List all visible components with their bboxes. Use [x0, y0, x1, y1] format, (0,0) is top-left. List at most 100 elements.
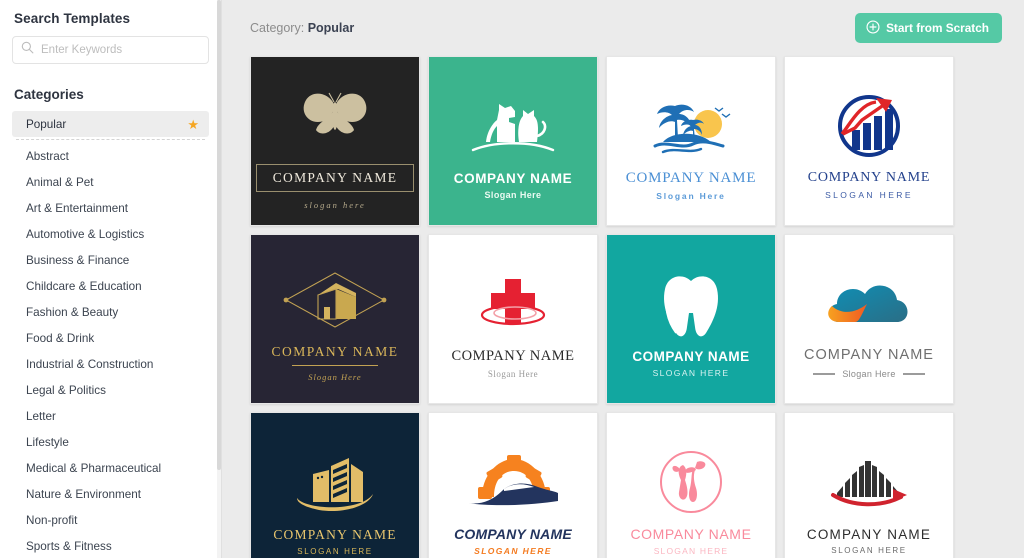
sidebar-item-nature-environment[interactable]: Nature & Environment	[12, 481, 209, 507]
template-card-gold-city[interactable]: COMPANY NAME SLOGAN HERE	[250, 412, 420, 558]
template-title: COMPANY NAME	[804, 347, 934, 363]
car-gear-icon	[458, 438, 568, 526]
search-icon	[21, 41, 34, 59]
template-slogan: Slogan Here	[487, 368, 539, 379]
template-title: COMPANY NAME	[272, 170, 398, 185]
template-slogan: SLOGAN HERE	[474, 546, 552, 556]
template-slogan: slogan here	[304, 200, 366, 210]
category-label: Popular	[26, 117, 67, 131]
main-header: Category: Popular Start from Scratch	[222, 0, 1024, 56]
category-label: Industrial & Construction	[26, 357, 154, 371]
category-label: Art & Entertainment	[26, 201, 128, 215]
template-title: COMPANY NAME	[632, 348, 750, 364]
sidebar-item-popular[interactable]: Popular ★	[12, 111, 209, 137]
plus-circle-icon	[866, 19, 880, 37]
sidebar-item-food-drink[interactable]: Food & Drink	[12, 325, 209, 351]
tooth-icon	[656, 261, 726, 349]
template-slogan: SLOGAN HERE	[831, 546, 907, 555]
template-slogan: Slogan Here	[308, 372, 362, 382]
start-from-scratch-label: Start from Scratch	[886, 21, 989, 35]
template-slogan: Slogan Here	[842, 369, 896, 379]
sidebar-item-legal-politics[interactable]: Legal & Politics	[12, 377, 209, 403]
category-list: Popular ★ Abstract Animal & Pet Art & En…	[12, 111, 209, 558]
template-slogan: Slogan Here	[656, 190, 726, 201]
sidebar-item-animal-pet[interactable]: Animal & Pet	[12, 169, 209, 195]
sidebar-item-sports-fitness[interactable]: Sports & Fitness	[12, 533, 209, 558]
search-templates-title: Search Templates	[14, 11, 131, 26]
sidebar-item-abstract[interactable]: Abstract	[12, 143, 209, 169]
sidebar-item-letter[interactable]: Letter	[12, 403, 209, 429]
template-card-cloud[interactable]: COMPANY NAME Slogan Here	[784, 234, 954, 404]
category-label: Medical & Pharmaceutical	[26, 461, 162, 475]
template-slogan: SLOGAN HERE	[297, 546, 373, 556]
category-label: Business & Finance	[26, 253, 130, 267]
sidebar-item-medical-pharmaceutical[interactable]: Medical & Pharmaceutical	[12, 455, 209, 481]
butterfly-icon	[298, 72, 372, 160]
template-title: COMPANY NAME	[806, 527, 932, 542]
sidebar: Search Templates Categories Popular ★ Ab…	[0, 0, 222, 558]
category-label: Animal & Pet	[26, 175, 94, 189]
category-label: Sports & Fitness	[26, 539, 112, 553]
breadcrumb-prefix: Category:	[250, 21, 305, 35]
category-divider	[16, 139, 205, 140]
category-label: Automotive & Logistics	[26, 227, 145, 241]
start-from-scratch-button[interactable]: Start from Scratch	[855, 13, 1002, 43]
sidebar-scrollbar-track[interactable]	[217, 0, 221, 558]
template-card-ballet[interactable]: COMPANY NAME SLOGAN HERE	[606, 412, 776, 558]
sidebar-item-business-finance[interactable]: Business & Finance	[12, 247, 209, 273]
template-card-tooth[interactable]: COMPANY NAME SLOGAN HERE	[606, 234, 776, 404]
template-gallery-app: Search Templates Categories Popular ★ Ab…	[0, 0, 1024, 558]
sidebar-item-art-entertainment[interactable]: Art & Entertainment	[12, 195, 209, 221]
category-label: Food & Drink	[26, 331, 95, 345]
sidebar-item-non-profit[interactable]: Non-profit	[12, 507, 209, 533]
template-title: COMPANY NAME	[630, 526, 752, 542]
template-card-butterfly[interactable]: COMPANY NAME slogan here	[250, 56, 420, 226]
dog-cat-icon	[465, 83, 561, 171]
house-diamond-icon	[280, 256, 390, 344]
medical-cross-icon	[467, 260, 559, 348]
template-card-car-gear[interactable]: COMPANY NAME SLOGAN HERE	[428, 412, 598, 558]
category-label: Non-profit	[26, 513, 78, 527]
title-frame: COMPANY NAME	[255, 164, 415, 192]
sidebar-item-childcare-education[interactable]: Childcare & Education	[12, 273, 209, 299]
category-label: Letter	[26, 409, 56, 423]
template-card-medical-cross[interactable]: COMPANY NAME Slogan Here	[428, 234, 598, 404]
sidebar-item-industrial-construction[interactable]: Industrial & Construction	[12, 351, 209, 377]
ballet-shoes-icon	[655, 438, 727, 526]
template-title: COMPANY NAME	[453, 170, 573, 186]
category-label: Childcare & Education	[26, 279, 142, 293]
slogan-row: Slogan Here	[813, 369, 925, 379]
growth-chart-icon	[830, 82, 908, 170]
template-title: COMPANY NAME	[451, 347, 575, 364]
template-slogan: Slogan Here	[484, 189, 542, 200]
sidebar-scrollbar-thumb[interactable]	[217, 0, 221, 470]
template-card-dog-cat[interactable]: COMPANY NAME Slogan Here	[428, 56, 598, 226]
template-card-island-palm[interactable]: COMPANY NAME Slogan Here	[606, 56, 776, 226]
template-title: COMPANY NAME	[273, 526, 397, 542]
template-card-gold-house[interactable]: COMPANY NAME Slogan Here	[250, 234, 420, 404]
category-label: Fashion & Beauty	[26, 305, 119, 319]
category-label: Legal & Politics	[26, 383, 106, 397]
search-input[interactable]	[41, 44, 200, 56]
star-icon: ★	[187, 116, 199, 132]
pyramid-arrow-icon	[819, 439, 919, 527]
template-title: COMPANY NAME	[454, 526, 572, 542]
category-label: Abstract	[26, 149, 69, 163]
breadcrumb-value: Popular	[307, 21, 355, 35]
rule-left	[813, 373, 836, 375]
template-card-pyramid[interactable]: COMPANY NAME SLOGAN HERE	[784, 412, 954, 558]
template-card-bar-chart[interactable]: COMPANY NAME SLOGAN HERE	[784, 56, 954, 226]
sidebar-item-lifestyle[interactable]: Lifestyle	[12, 429, 209, 455]
template-slogan: SLOGAN HERE	[825, 190, 913, 200]
sidebar-item-automotive-logistics[interactable]: Automotive & Logistics	[12, 221, 209, 247]
rule-right	[902, 373, 925, 375]
search-box[interactable]	[12, 36, 209, 64]
template-title: COMPANY NAME	[271, 344, 399, 359]
category-label: Nature & Environment	[26, 487, 141, 501]
main-content: Category: Popular Start from Scratch COM…	[222, 0, 1024, 558]
template-slogan: SLOGAN HERE	[652, 367, 730, 378]
template-title: COMPANY NAME	[625, 169, 757, 186]
sidebar-item-fashion-beauty[interactable]: Fashion & Beauty	[12, 299, 209, 325]
title-rule	[292, 365, 378, 366]
template-grid: COMPANY NAME slogan here COMPANY NAME Sl…	[222, 56, 1024, 558]
